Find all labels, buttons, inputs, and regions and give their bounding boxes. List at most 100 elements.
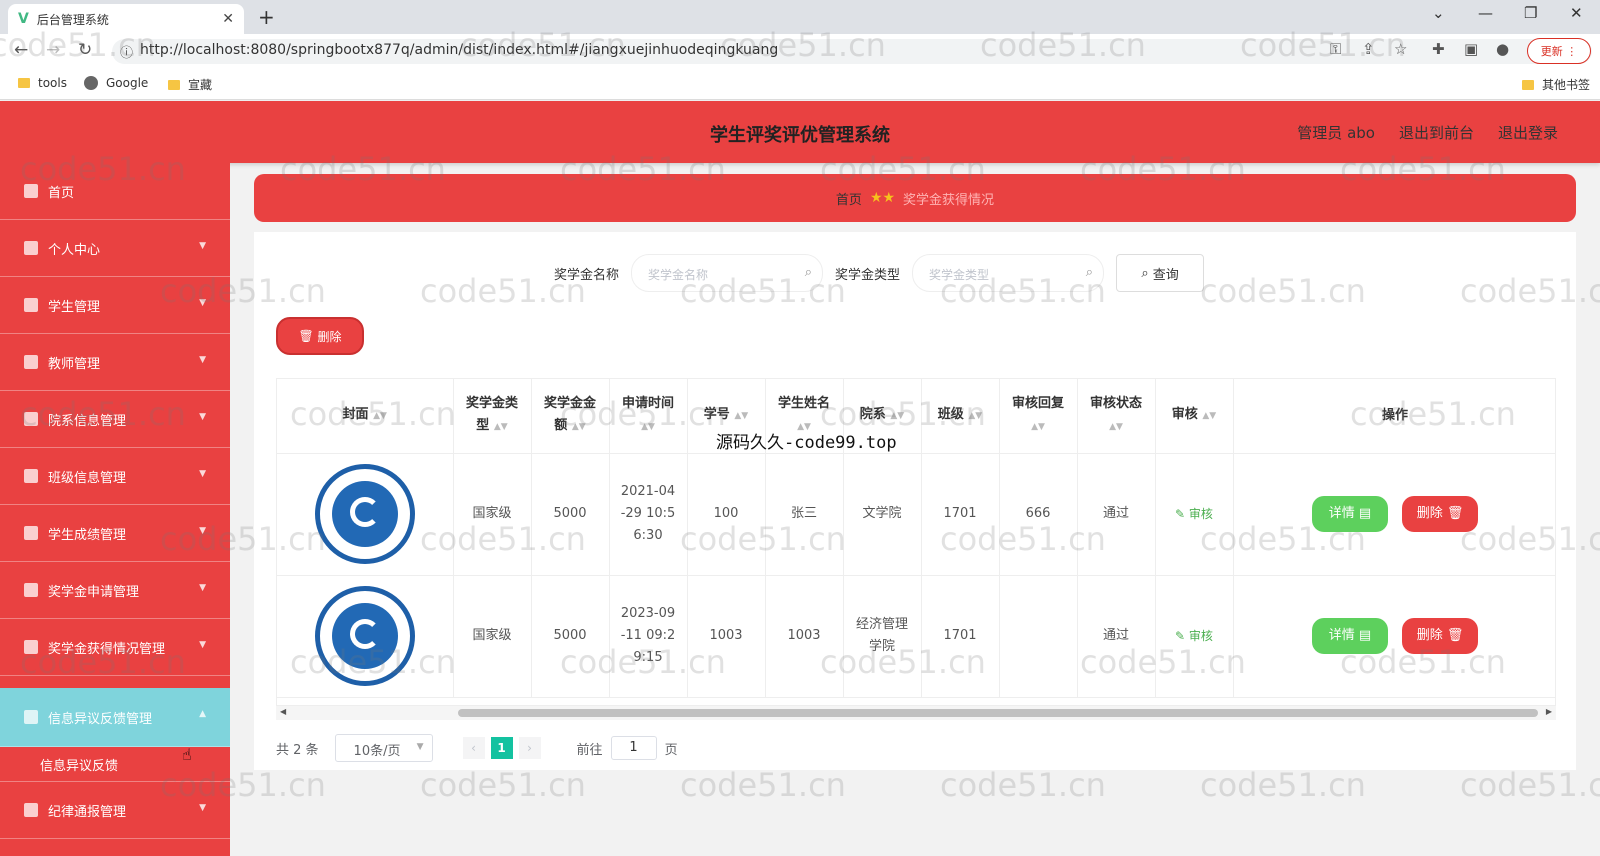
sort-icon[interactable]: ▲▼ [734, 411, 748, 421]
bookmark-tools[interactable]: tools [18, 76, 67, 90]
class-cell: 1701 [921, 453, 1000, 576]
extensions-icon[interactable]: ✚ [1432, 40, 1445, 58]
profile-icon[interactable]: ● [1496, 40, 1509, 58]
sidebar-item-feedback[interactable]: 信息异议反馈管理 ▲ [0, 688, 230, 747]
tab-close-icon[interactable]: ✕ [222, 11, 234, 27]
sidebar-item-profile[interactable]: 个人中心 ▼ [0, 220, 230, 277]
column-header[interactable]: 封面 ▲▼ [277, 379, 454, 454]
prev-page-icon[interactable]: ‹ [462, 737, 485, 759]
page-number[interactable]: 1 [490, 737, 513, 759]
university-logo-icon [314, 464, 415, 564]
sidebar-item-label: 首页 [48, 185, 75, 201]
bookmark-google[interactable]: Google [84, 76, 148, 90]
minimize-icon[interactable]: — [1478, 4, 1493, 22]
notice-icon [24, 803, 38, 817]
next-page-icon[interactable]: › [518, 737, 541, 759]
key-icon[interactable]: ⚿ [1330, 40, 1341, 58]
audit-label: 审核 [1188, 506, 1213, 521]
delete-label: 删除 [1416, 506, 1443, 521]
share-icon[interactable]: ⇪ [1362, 40, 1375, 58]
sidebar-item-students[interactable]: 学生管理 ▼ [0, 277, 230, 334]
admin-user-link[interactable]: 管理员 abo [1297, 122, 1375, 143]
goto-page-input[interactable]: 1 [610, 736, 657, 760]
scroll-left-icon[interactable]: ◀ [280, 707, 286, 716]
type-search-input[interactable]: 奖学金类型 ⌕ [912, 254, 1105, 292]
watermark: code51.cn [680, 766, 846, 804]
sidebar-item-scholarship-awards[interactable]: 奖学金获得情况管理 ▼ [0, 619, 230, 676]
logout-link[interactable]: 退出登录 [1498, 122, 1558, 143]
sidebar-item-teachers[interactable]: 教师管理 ▼ [0, 334, 230, 391]
time-cell: 2021-04 -29 10:5 6:30 [609, 453, 688, 576]
sidebar-item-home[interactable]: 首页 [0, 163, 230, 220]
sidebar-item-label: 信息异议反馈管理 [48, 711, 153, 727]
sort-icon[interactable]: ▲▼ [572, 422, 586, 432]
column-header[interactable]: 审核 ▲▼ [1155, 379, 1234, 454]
detail-button[interactable]: 详情 ▤ [1311, 618, 1388, 654]
header-links: 管理员 abo 退出到前台 退出登录 [1297, 122, 1558, 143]
sidebar-item-classes[interactable]: 班级信息管理 ▼ [0, 448, 230, 505]
sort-icon[interactable]: ▲▼ [1109, 422, 1123, 432]
sort-icon[interactable]: ▲▼ [641, 422, 655, 432]
close-window-icon[interactable]: ✕ [1570, 4, 1583, 22]
audit-link[interactable]: ✎ 审核 [1175, 507, 1213, 521]
submenu-item-feedback[interactable]: 信息异议反馈 [0, 747, 230, 782]
scrollbar-thumb[interactable] [458, 709, 1538, 717]
column-header[interactable]: 奖学金金额 ▲▼ [531, 379, 610, 454]
update-button[interactable]: 更新 ⋮ [1527, 38, 1591, 64]
sidebar-item-scholarship-apply[interactable]: 奖学金申请管理 ▼ [0, 562, 230, 619]
tab-search-icon[interactable]: ⌄ [1432, 4, 1445, 22]
sidebar-item-departments[interactable]: 院系信息管理 ▼ [0, 391, 230, 448]
page-size-value: 10条/页 [353, 744, 401, 759]
column-header[interactable]: 审核状态 ▲▼ [1077, 379, 1156, 454]
restore-icon[interactable]: ❐ [1524, 4, 1537, 22]
site-info-icon[interactable]: ⓘ [120, 42, 133, 61]
delete-button[interactable]: 删除 🗑 [1402, 496, 1479, 532]
page-size-select[interactable]: 10条/页 ▼ [334, 734, 433, 762]
data-table: 封面 ▲▼ 奖学金类型 ▲▼ 奖学金金额 ▲▼ 申请时间 ▲▼ 学号 ▲▼ 学生姓… [276, 378, 1556, 706]
column-header[interactable]: 审核回复 ▲▼ [999, 379, 1078, 454]
sort-icon[interactable]: ▲▼ [1202, 411, 1216, 421]
university-logo-icon [314, 586, 415, 686]
bar-chart-icon [24, 469, 38, 483]
batch-delete-button[interactable]: 🗑 删除 [276, 317, 364, 355]
sidebar-item-grades[interactable]: 学生成绩管理 ▼ [0, 505, 230, 562]
sort-icon[interactable]: ▲▼ [968, 411, 982, 421]
status-cell: 通过 [1077, 453, 1156, 576]
sort-icon[interactable]: ▲▼ [494, 422, 508, 432]
detail-button[interactable]: 详情 ▤ [1311, 496, 1388, 532]
sidebar-item-discipline[interactable]: 纪律通报管理 ▼ [0, 782, 230, 839]
scroll-right-icon[interactable]: ▶ [1546, 707, 1552, 716]
page-unit-label: 页 [664, 742, 678, 758]
sort-icon[interactable]: ▲▼ [890, 411, 904, 421]
audit-link[interactable]: ✎ 审核 [1175, 629, 1213, 643]
sort-icon[interactable]: ▲▼ [1031, 422, 1045, 432]
sidebar-item-label: 奖学金获得情况管理 [48, 641, 166, 657]
bookmark-other[interactable]: 其他书签 [1522, 76, 1590, 93]
column-header[interactable]: 申请时间 ▲▼ [609, 379, 688, 454]
forward-icon[interactable]: → [46, 40, 60, 60]
name-search-input[interactable]: 奖学金名称 ⌕ [631, 254, 824, 292]
column-header[interactable]: 奖学金类型 ▲▼ [453, 379, 532, 454]
query-label: 查询 [1152, 267, 1179, 283]
sort-icon[interactable]: ▲▼ [373, 411, 387, 421]
column-header-label: 额 [554, 418, 568, 434]
horizontal-scrollbar[interactable]: ◀ ▶ [276, 706, 1556, 720]
bookmark-collection[interactable]: 宣藏 [168, 76, 212, 93]
bookmark-label: 其他书签 [1542, 78, 1591, 92]
goto-label: 前往 [576, 742, 603, 758]
department-icon [24, 412, 38, 426]
new-tab-icon[interactable]: + [258, 5, 275, 29]
breadcrumb-home[interactable]: 首页 [836, 189, 862, 208]
star-icon[interactable]: ☆ [1394, 40, 1407, 58]
back-to-frontend-link[interactable]: 退出到前台 [1399, 122, 1474, 143]
sidepanel-icon[interactable]: ▣ [1464, 40, 1478, 58]
google-icon [84, 76, 98, 90]
search-form: 奖学金名称 奖学金名称 ⌕ 奖学金类型 奖学金类型 ⌕ ⌕ 查询 [554, 254, 1205, 292]
back-icon[interactable]: ← [14, 40, 28, 60]
reload-icon[interactable]: ↻ [78, 40, 92, 60]
browser-tab[interactable]: V 后台管理系统 ✕ [8, 4, 244, 34]
column-header[interactable]: 班级 ▲▼ [921, 379, 1000, 454]
delete-button[interactable]: 删除 🗑 [1402, 618, 1479, 654]
query-button[interactable]: ⌕ 查询 [1116, 254, 1205, 292]
grades-icon [24, 526, 38, 540]
